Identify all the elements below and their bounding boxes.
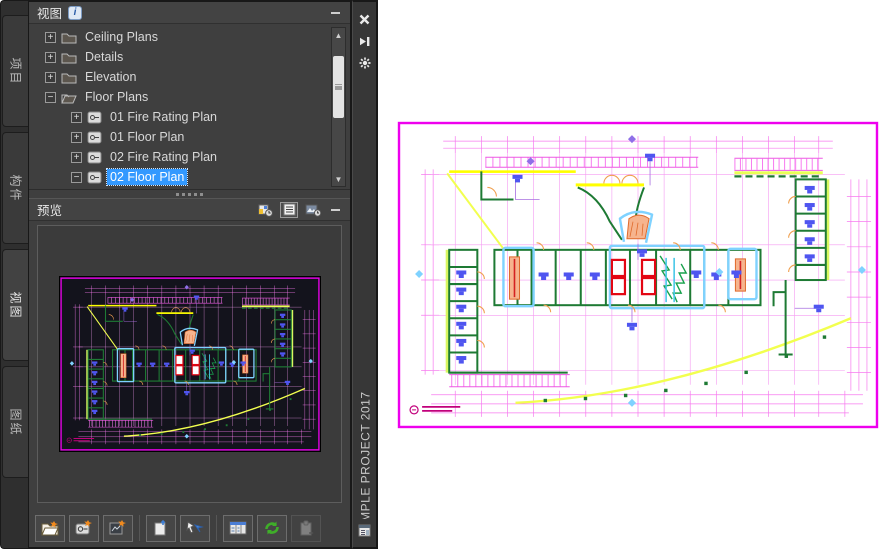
view-dwg-icon — [87, 111, 102, 123]
document-up-button[interactable] — [146, 514, 176, 542]
project-navigator-palette: 项目 构件 视图 图纸 视图 i + Ceiling Plans + Detai… — [0, 0, 378, 549]
new-folder-icon — [41, 521, 59, 536]
new-model-view-icon — [109, 520, 126, 535]
expand-icon[interactable]: + — [45, 71, 56, 83]
expand-icon[interactable]: + — [45, 31, 56, 43]
autocad-drawing-area[interactable] — [378, 0, 880, 554]
document-up-icon — [154, 519, 166, 536]
new-category-button[interactable] — [35, 514, 65, 542]
tab-sheets[interactable]: 图纸 — [2, 366, 29, 478]
auto-hide-icon[interactable] — [357, 33, 373, 49]
section-title: 视图 — [37, 7, 63, 21]
tree-item-ceiling-plans[interactable]: + Ceiling Plans — [29, 27, 350, 47]
open-folder-icon — [61, 94, 77, 103]
tree-item-details[interactable]: + Details — [29, 47, 350, 67]
folder-icon — [61, 53, 77, 63]
folder-icon — [61, 33, 77, 43]
properties-panel-button[interactable] — [223, 514, 253, 542]
properties-panel-icon — [229, 521, 247, 535]
palette-menu-icon[interactable] — [357, 522, 373, 538]
expand-icon[interactable]: + — [71, 111, 82, 123]
close-icon[interactable] — [357, 11, 373, 27]
collapse-tree-button[interactable] — [328, 6, 342, 20]
select-pointer-button[interactable] — [180, 514, 210, 542]
views-section-header: 视图 i — [29, 2, 350, 24]
info-icon[interactable]: i — [68, 5, 83, 20]
properties-gear-icon[interactable] — [357, 55, 373, 71]
new-view-dwg-button[interactable] — [69, 514, 99, 542]
repath-xref-icon — [300, 520, 314, 536]
collapse-icon[interactable]: − — [71, 171, 82, 183]
view-dwg-icon — [87, 131, 102, 143]
expand-icon[interactable]: + — [45, 51, 56, 63]
expand-icon[interactable]: + — [71, 151, 82, 163]
new-model-space-view-button[interactable] — [103, 514, 133, 542]
tab-views[interactable]: 视图 — [2, 249, 30, 361]
scroll-up-icon[interactable]: ▲ — [332, 28, 345, 42]
tab-project[interactable]: 项目 — [2, 15, 29, 127]
view-dwg-icon — [87, 151, 102, 163]
tab-constructs[interactable]: 构件 — [2, 132, 29, 244]
select-pointer-icon — [186, 521, 204, 534]
new-view-icon — [75, 520, 92, 535]
refresh-icon — [265, 521, 279, 535]
folder-icon — [61, 73, 77, 83]
palette-tab-strip: 项目 构件 视图 图纸 — [0, 0, 30, 549]
floor-plan-drawing[interactable] — [397, 121, 879, 429]
view-dwg-icon — [87, 171, 102, 183]
expand-icon[interactable]: + — [71, 131, 82, 143]
preview-title: 预览 — [37, 204, 63, 218]
palette-titlebar: 项目导航器 - SAMPLE PROJECT 2017 — [352, 0, 378, 549]
collapse-icon[interactable]: − — [45, 91, 56, 103]
